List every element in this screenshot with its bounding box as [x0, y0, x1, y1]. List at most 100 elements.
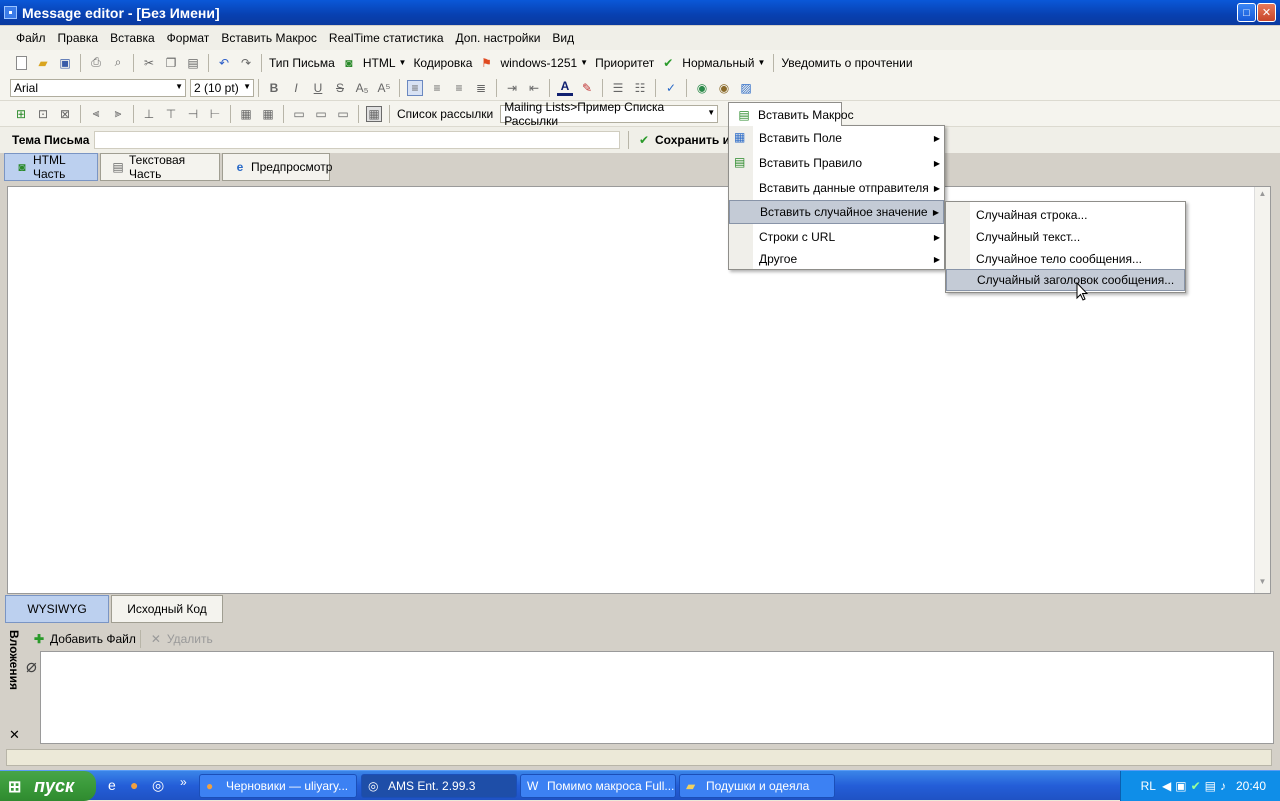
cell-middle-icon[interactable]: ▭: [313, 106, 329, 122]
copy-icon[interactable]: ❐: [163, 55, 179, 71]
back-icon[interactable]: ◀: [1162, 779, 1171, 793]
merge-icon[interactable]: ⊥: [141, 106, 157, 122]
tab-html-part[interactable]: ◙ HTML Часть: [4, 153, 98, 181]
delete-file-button[interactable]: Удалить: [167, 632, 213, 646]
priority-dropdown[interactable]: Нормальный: [682, 56, 754, 70]
split-col-icon[interactable]: ⫸: [110, 106, 126, 122]
tray-app-icon[interactable]: ▤: [1205, 779, 1216, 793]
app-quicklaunch-icon[interactable]: ◎: [152, 777, 164, 794]
firefox-quicklaunch-icon[interactable]: ●: [130, 777, 138, 793]
taskbar-item-ams[interactable]: ◎ AMS Ent. 2.99.3: [361, 774, 517, 798]
insert-macro-button[interactable]: ▤ Вставить Макрос: [728, 102, 854, 126]
menu-item-url-strings[interactable]: Строки с URL ▶: [729, 225, 944, 249]
split-icon[interactable]: ⊤: [163, 106, 179, 122]
outdent-icon[interactable]: ⇤: [526, 80, 542, 96]
chevron-down-icon[interactable]: ▼: [757, 58, 765, 67]
chevron-down-icon[interactable]: ▼: [399, 58, 407, 67]
merge-left-icon[interactable]: ⊣: [185, 106, 201, 122]
close-icon[interactable]: ✕: [9, 727, 20, 743]
menu-item-random-body[interactable]: Случайное тело сообщения...: [946, 247, 1185, 271]
cell-top-icon[interactable]: ▭: [291, 106, 307, 122]
language-indicator[interactable]: RL: [1141, 779, 1156, 793]
menu-realtime-stats[interactable]: RealTime статистика: [323, 31, 450, 45]
menu-item-random-string[interactable]: Случайная строка...: [946, 203, 1185, 227]
mailing-list-select[interactable]: Mailing Lists>Пример Списка Рассылки ▼: [500, 100, 719, 128]
chevron-right-icon[interactable]: »: [180, 775, 187, 789]
indent-icon[interactable]: ⇥: [504, 80, 520, 96]
font-select[interactable]: Arial ▼: [10, 78, 186, 97]
strikethrough-icon[interactable]: S: [332, 80, 348, 96]
close-button[interactable]: ✕: [1257, 3, 1276, 22]
menu-view[interactable]: Вид: [546, 31, 580, 45]
editor-scrollbar[interactable]: ▲ ▼: [1254, 187, 1270, 593]
link-icon[interactable]: ◉: [694, 80, 710, 96]
subscript-icon[interactable]: A₅: [354, 80, 370, 96]
redo-icon[interactable]: ↷: [238, 55, 254, 71]
insert-row-icon[interactable]: ⊞: [13, 106, 29, 122]
superscript-icon[interactable]: A⁵: [376, 80, 392, 96]
menu-item-other[interactable]: Другое ▶: [729, 247, 944, 271]
menu-item-random-subject[interactable]: Случайный заголовок сообщения...: [946, 269, 1185, 291]
print-icon[interactable]: ⎙: [88, 55, 104, 71]
scroll-down-icon[interactable]: ▼: [1256, 577, 1269, 591]
scroll-up-icon[interactable]: ▲: [1256, 189, 1269, 203]
ie-quicklaunch-icon[interactable]: e: [108, 777, 116, 793]
taskbar-item-drafts[interactable]: ● Черновики — uliyary...: [199, 774, 357, 798]
html-dropdown[interactable]: HTML: [363, 56, 396, 70]
tab-text-part[interactable]: ▤ Текстовая Часть: [100, 153, 220, 181]
align-center-icon[interactable]: ≡: [429, 80, 445, 96]
delete-row-icon[interactable]: ⊠: [57, 106, 73, 122]
unlink-icon[interactable]: ◉: [716, 80, 732, 96]
align-right-icon[interactable]: ≡: [451, 80, 467, 96]
table-props-icon[interactable]: ⊡: [35, 106, 51, 122]
justify-icon[interactable]: ≣: [473, 80, 489, 96]
tab-source-code[interactable]: Исходный Код: [111, 595, 223, 623]
table-icon[interactable]: ▦: [238, 106, 254, 122]
menu-item-insert-random-value[interactable]: Вставить случайное значение ▶: [729, 200, 944, 224]
image-icon[interactable]: ▨: [738, 80, 754, 96]
cut-icon[interactable]: ✂: [141, 55, 157, 71]
menu-item-random-text[interactable]: Случайный текст...: [946, 225, 1185, 249]
encoding-dropdown[interactable]: windows-1251: [500, 56, 577, 70]
tab-preview[interactable]: e Предпросмотр: [222, 153, 332, 181]
paste-icon[interactable]: ▤: [185, 55, 201, 71]
spellcheck-icon[interactable]: ✓: [663, 80, 679, 96]
merge-right-icon[interactable]: ⊢: [207, 106, 223, 122]
menu-item-insert-rule[interactable]: ▤ Вставить Правило ▶: [729, 151, 944, 175]
insert-col-icon[interactable]: ⫷: [88, 106, 104, 122]
menu-format[interactable]: Формат: [161, 31, 216, 45]
menu-item-insert-field[interactable]: ▦ Вставить Поле ▶: [729, 126, 944, 150]
undo-icon[interactable]: ↶: [216, 55, 232, 71]
italic-icon[interactable]: I: [288, 80, 304, 96]
menu-file[interactable]: Файл: [10, 31, 52, 45]
read-receipt-button[interactable]: Уведомить о прочтении: [781, 56, 912, 70]
menu-extra-settings[interactable]: Доп. настройки: [450, 31, 547, 45]
save-icon[interactable]: ▣: [57, 55, 73, 71]
start-button[interactable]: ⊞ пуск: [0, 771, 96, 801]
maximize-button[interactable]: □: [1237, 3, 1256, 22]
chevron-down-icon[interactable]: ▼: [580, 58, 588, 67]
letter-type-button[interactable]: Тип Письма: [269, 56, 335, 70]
open-folder-icon[interactable]: ▰: [35, 55, 51, 71]
menu-item-insert-sender-data[interactable]: Вставить данные отправителя ▶: [729, 176, 944, 200]
subject-input[interactable]: [94, 131, 620, 149]
save-and-button[interactable]: Сохранить и: [655, 133, 730, 147]
bullet-list-icon[interactable]: ☰: [610, 80, 626, 96]
network-icon[interactable]: ▣: [1175, 779, 1186, 793]
taskbar-item-folder[interactable]: ▰ Подушки и одеяла: [679, 774, 835, 798]
font-size-select[interactable]: 2 (10 pt) ▼: [190, 78, 254, 97]
align-left-icon[interactable]: ≡: [407, 79, 423, 96]
menu-insert-macro[interactable]: Вставить Макрос: [215, 31, 323, 45]
menu-edit[interactable]: Правка: [52, 31, 105, 45]
grid-icon[interactable]: ▦: [260, 106, 276, 122]
highlight-icon[interactable]: ✎: [579, 80, 595, 96]
tab-wysiwyg[interactable]: WYSIWYG: [5, 595, 109, 623]
volume-icon[interactable]: ♪: [1220, 779, 1226, 793]
attachments-list[interactable]: [40, 651, 1274, 744]
add-file-button[interactable]: Добавить Файл: [50, 632, 136, 646]
cell-bottom-icon[interactable]: ▭: [335, 106, 351, 122]
taskbar-item-word[interactable]: W Помимо макроса Full...: [520, 774, 676, 798]
bold-icon[interactable]: B: [266, 80, 282, 96]
text-color-icon[interactable]: A: [557, 79, 573, 96]
numbered-list-icon[interactable]: ☷: [632, 80, 648, 96]
